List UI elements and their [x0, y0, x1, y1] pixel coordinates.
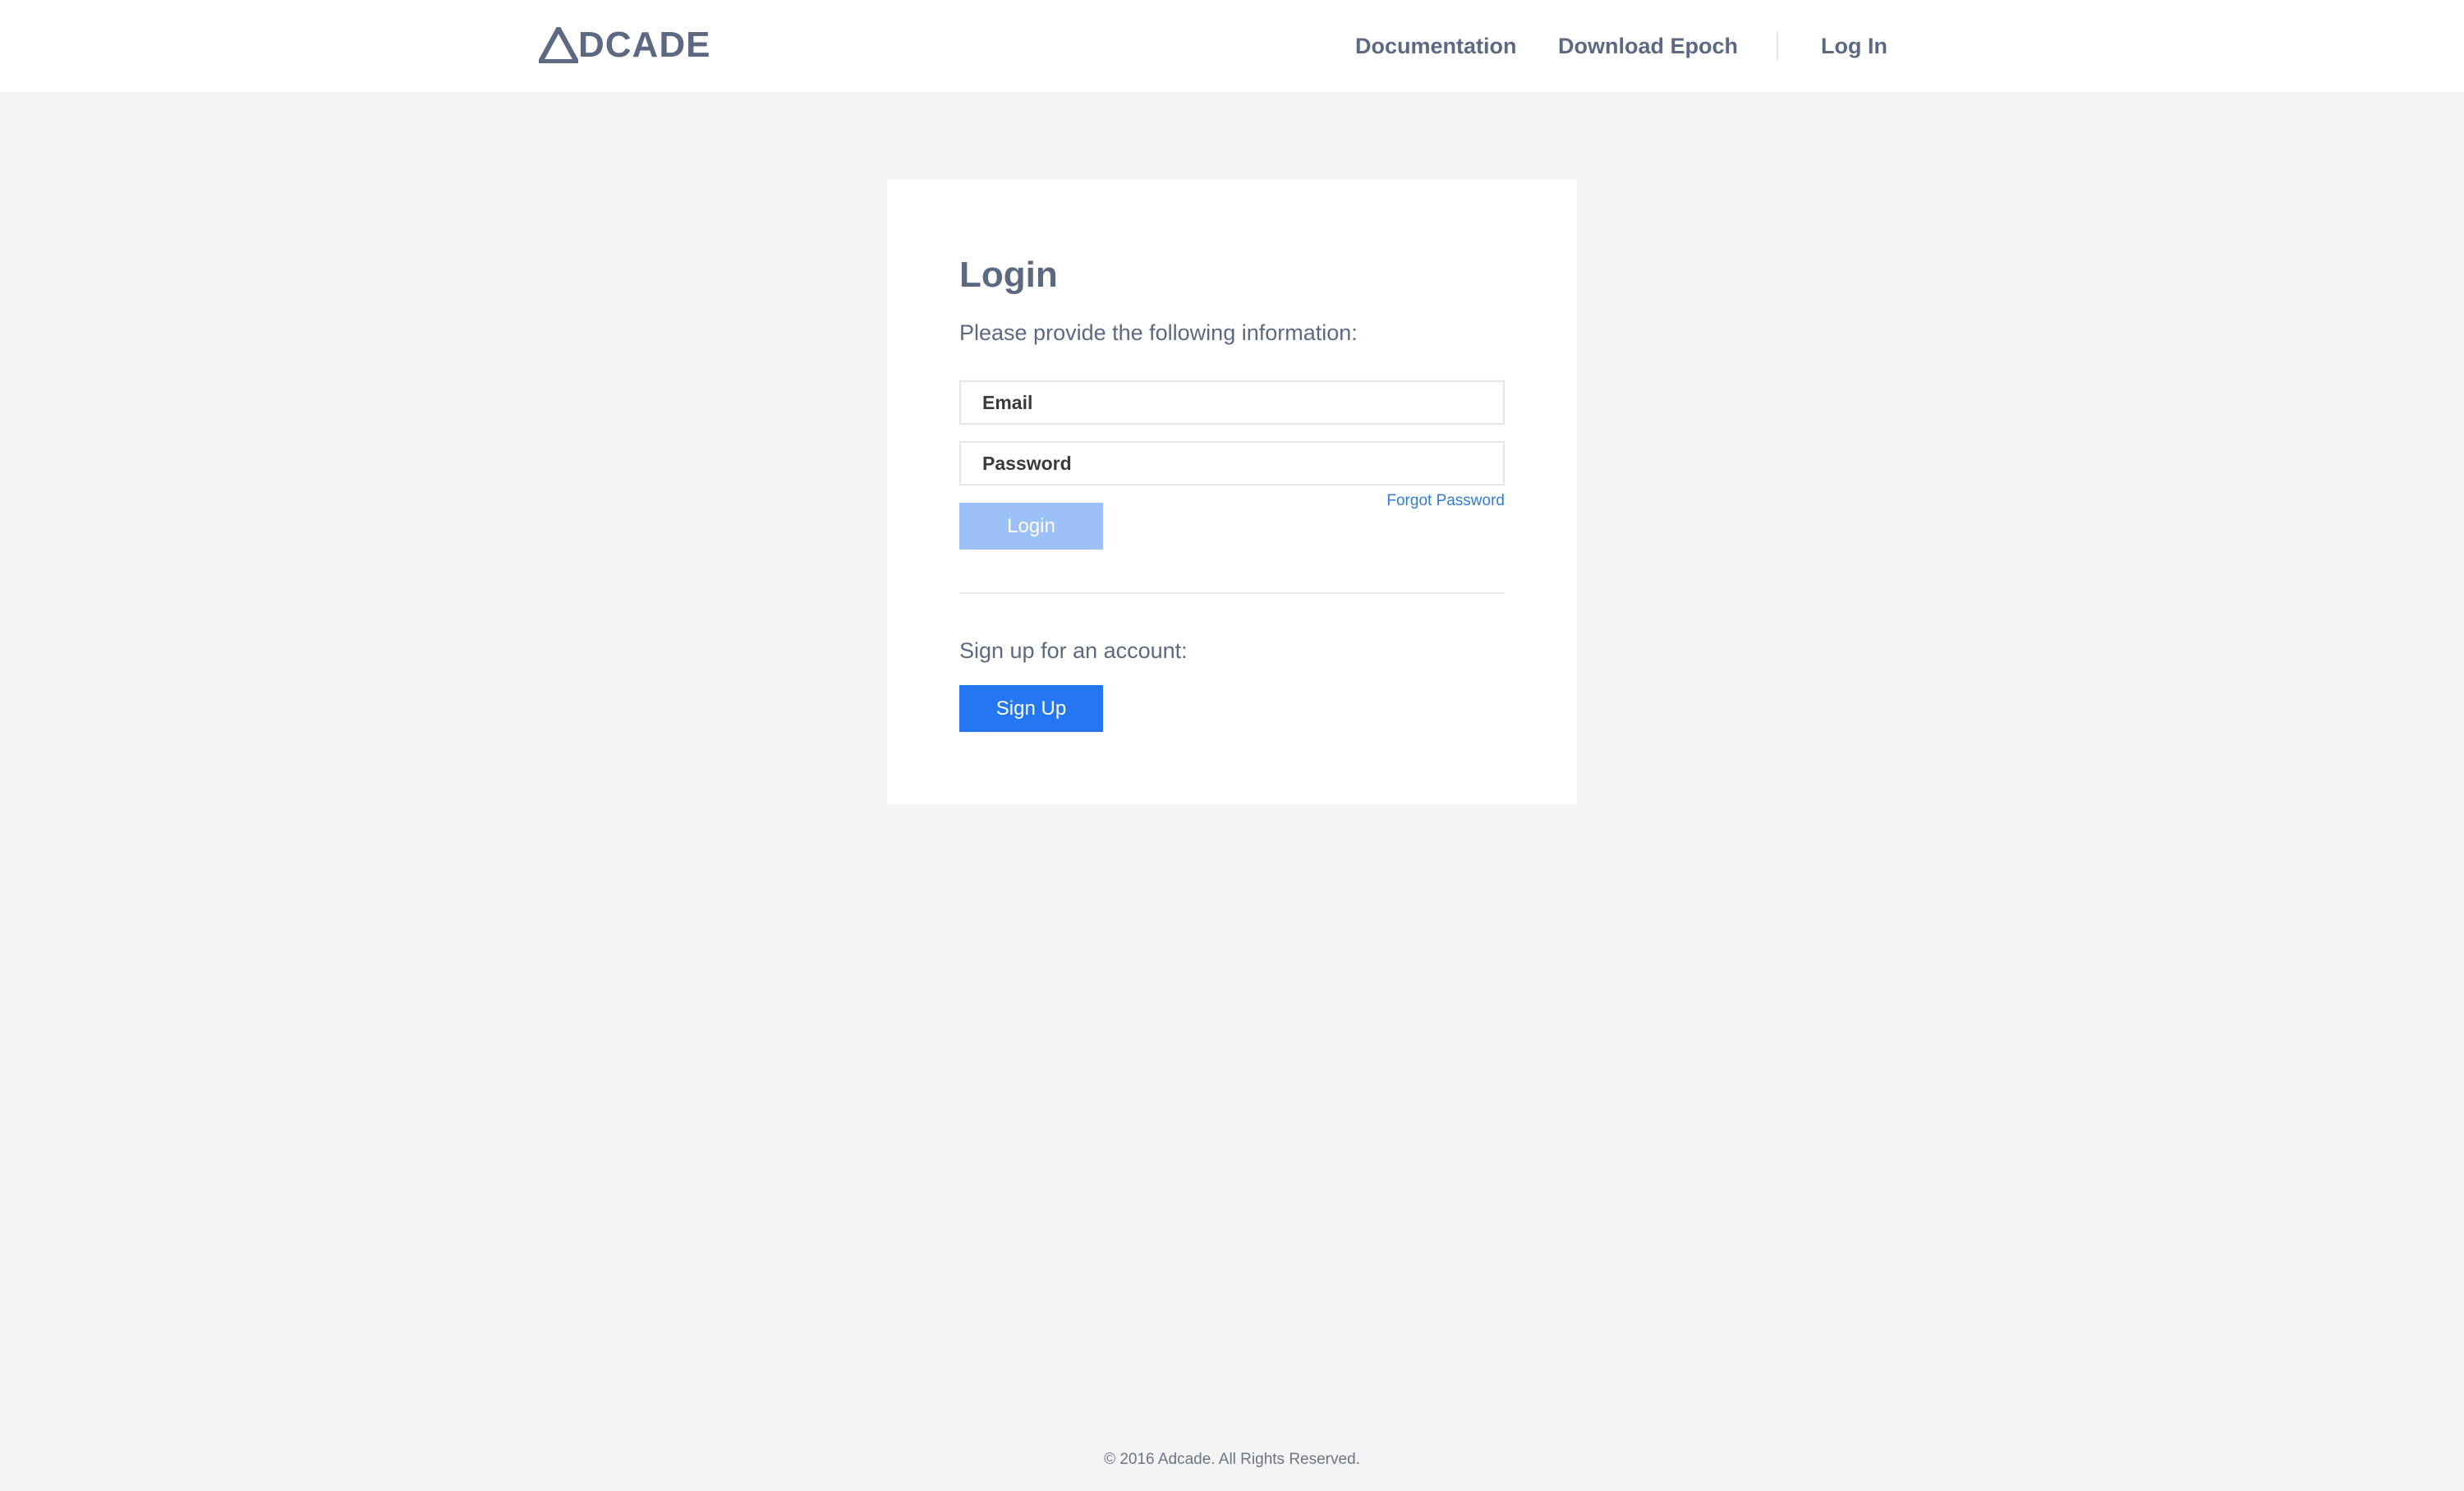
nav-divider: [1777, 31, 1778, 61]
sign-up-button[interactable]: Sign Up: [959, 685, 1103, 732]
nav-download-epoch-link[interactable]: Download Epoch: [1558, 28, 1738, 64]
login-button[interactable]: Login: [959, 503, 1103, 550]
top-nav: Documentation Download Epoch Log In: [0, 28, 2464, 64]
login-title: Login: [959, 255, 1058, 295]
section-divider: [959, 592, 1505, 594]
signup-prompt: Sign up for an account:: [959, 638, 1188, 663]
email-field[interactable]: [959, 380, 1505, 425]
password-field[interactable]: [959, 441, 1505, 485]
forgot-password-link[interactable]: Forgot Password: [1375, 490, 1505, 513]
login-card: Login Please provide the following infor…: [887, 180, 1577, 804]
footer-copyright: © 2016 Adcade. All Rights Reserved.: [1104, 1451, 1360, 1468]
top-header: DCADE Documentation Download Epoch Log I…: [0, 0, 2464, 92]
login-subtitle: Please provide the following information…: [959, 320, 1358, 345]
nav-log-in-link[interactable]: Log In: [1821, 28, 1887, 64]
nav-documentation-link[interactable]: Documentation: [1355, 28, 1517, 64]
